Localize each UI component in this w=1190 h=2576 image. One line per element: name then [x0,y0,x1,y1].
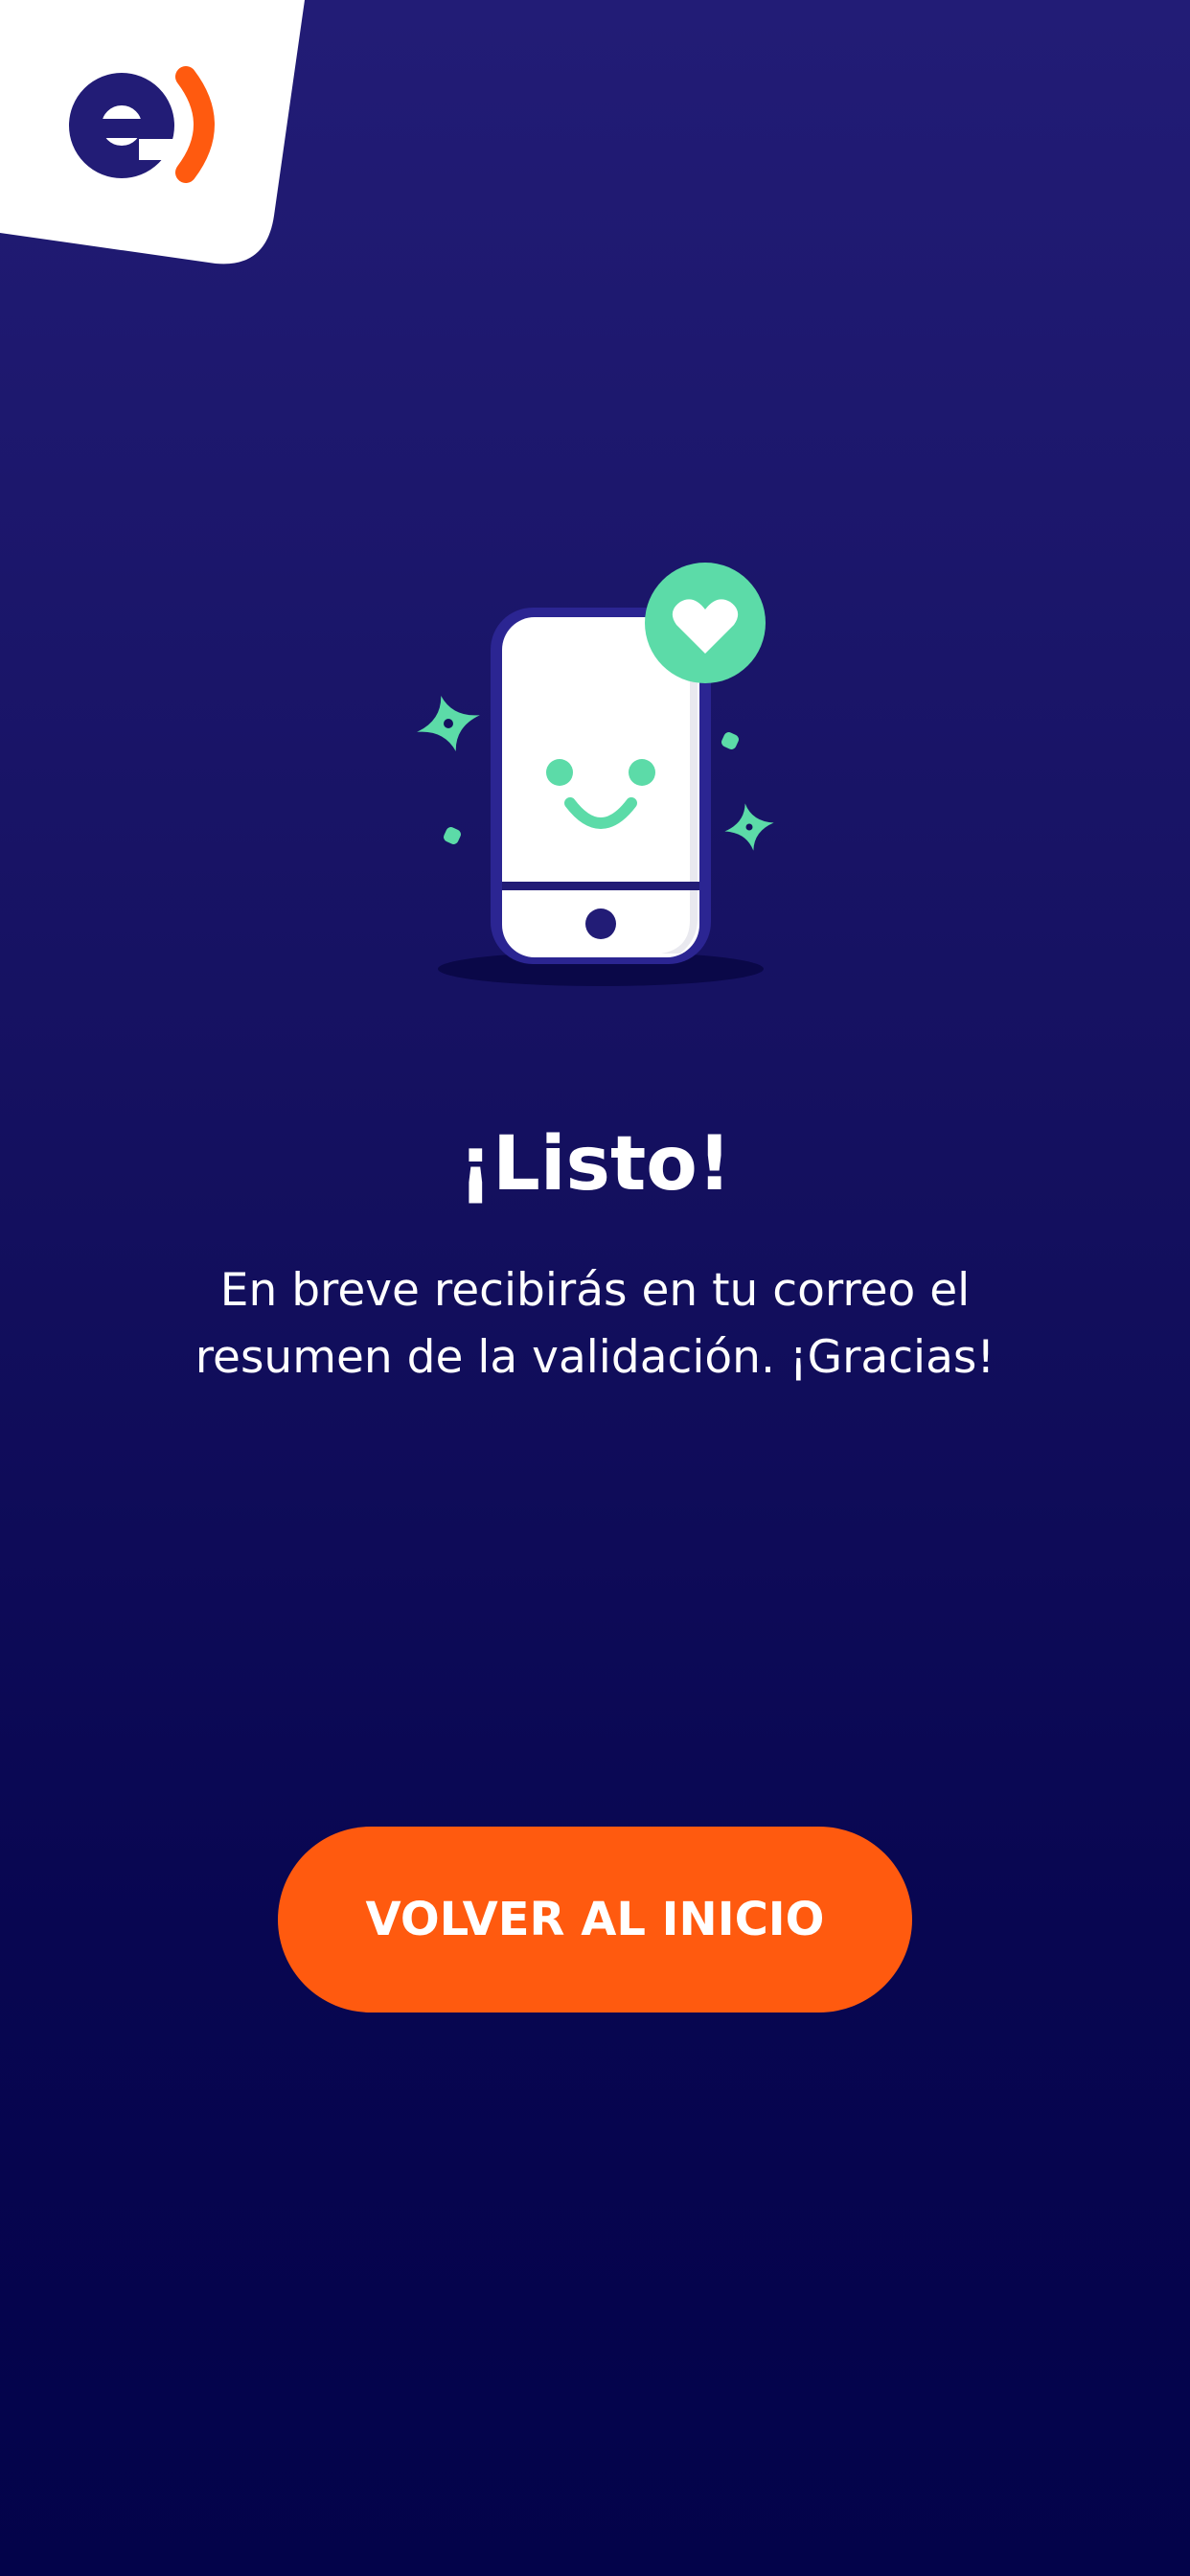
success-title: ¡Listo! [458,1121,732,1208]
back-to-home-button[interactable]: VOLVER AL INICIO [278,1827,912,2012]
success-illustration [402,556,786,997]
happy-phone-heart-icon [417,563,774,986]
success-message-line-1: En breve recibirás en tu correo el [219,1264,971,1317]
brand-logo-card [0,0,316,278]
success-message: En breve recibirás en tu correo el resum… [144,1257,1046,1392]
back-to-home-button-label: VOLVER AL INICIO [365,1893,825,1946]
success-message-line-2: resumen de la validación. ¡Gracias! [195,1331,995,1384]
entel-logo-icon [0,0,305,264]
